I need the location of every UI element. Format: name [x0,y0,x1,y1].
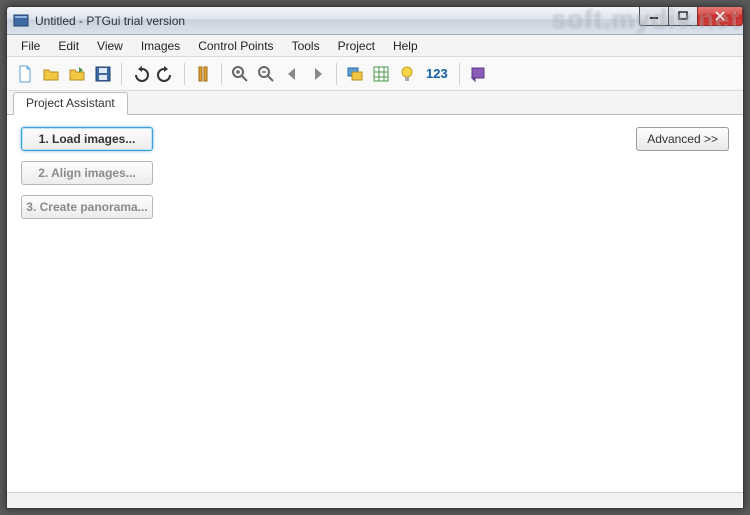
open-project-icon[interactable] [39,62,63,86]
optimizer-icon[interactable] [191,62,215,86]
save-icon[interactable] [91,62,115,86]
titlebar[interactable]: Untitled - PTGui trial version [7,7,743,35]
window-title: Untitled - PTGui trial version [35,14,185,28]
tabstrip: Project Assistant [7,91,743,115]
app-window: Untitled - PTGui trial version File Edit… [6,6,744,509]
lightbulb-icon[interactable] [395,62,419,86]
next-icon[interactable] [306,62,330,86]
minimize-button[interactable] [639,6,669,26]
toolbar-separator [184,63,185,85]
menu-project[interactable]: Project [330,37,383,55]
menu-help[interactable]: Help [385,37,426,55]
toolbar: 123 [7,57,743,91]
menubar: File Edit View Images Control Points Too… [7,35,743,57]
toolbar-separator [221,63,222,85]
close-button[interactable] [697,6,743,26]
zoom-out-icon[interactable] [254,62,278,86]
align-images-button: 2. Align images... [21,161,153,185]
control-points-table-icon[interactable] [369,62,393,86]
menu-images[interactable]: Images [133,37,188,55]
undo-icon[interactable] [128,62,152,86]
maximize-button[interactable] [668,6,698,26]
help-icon[interactable] [466,62,490,86]
toolbar-separator [121,63,122,85]
load-images-button[interactable]: 1. Load images... [21,127,153,151]
window-controls [640,6,743,26]
menu-edit[interactable]: Edit [50,37,87,55]
redo-icon[interactable] [154,62,178,86]
create-panorama-button: 3. Create panorama... [21,195,153,219]
toolbar-separator [336,63,337,85]
content-area: 1. Load images... 2. Align images... 3. … [7,115,743,492]
app-icon [13,13,29,29]
menu-control-points[interactable]: Control Points [190,37,281,55]
panorama-editor-icon[interactable] [343,62,367,86]
previous-icon[interactable] [280,62,304,86]
menu-file[interactable]: File [13,37,48,55]
statusbar [7,492,743,508]
new-project-icon[interactable] [13,62,37,86]
toolbar-separator [459,63,460,85]
tab-project-assistant[interactable]: Project Assistant [13,92,128,115]
zoom-in-icon[interactable] [228,62,252,86]
menu-view[interactable]: View [89,37,131,55]
advanced-button[interactable]: Advanced >> [636,127,729,151]
open-recent-icon[interactable] [65,62,89,86]
numbers-icon[interactable]: 123 [421,62,453,86]
menu-tools[interactable]: Tools [284,37,328,55]
